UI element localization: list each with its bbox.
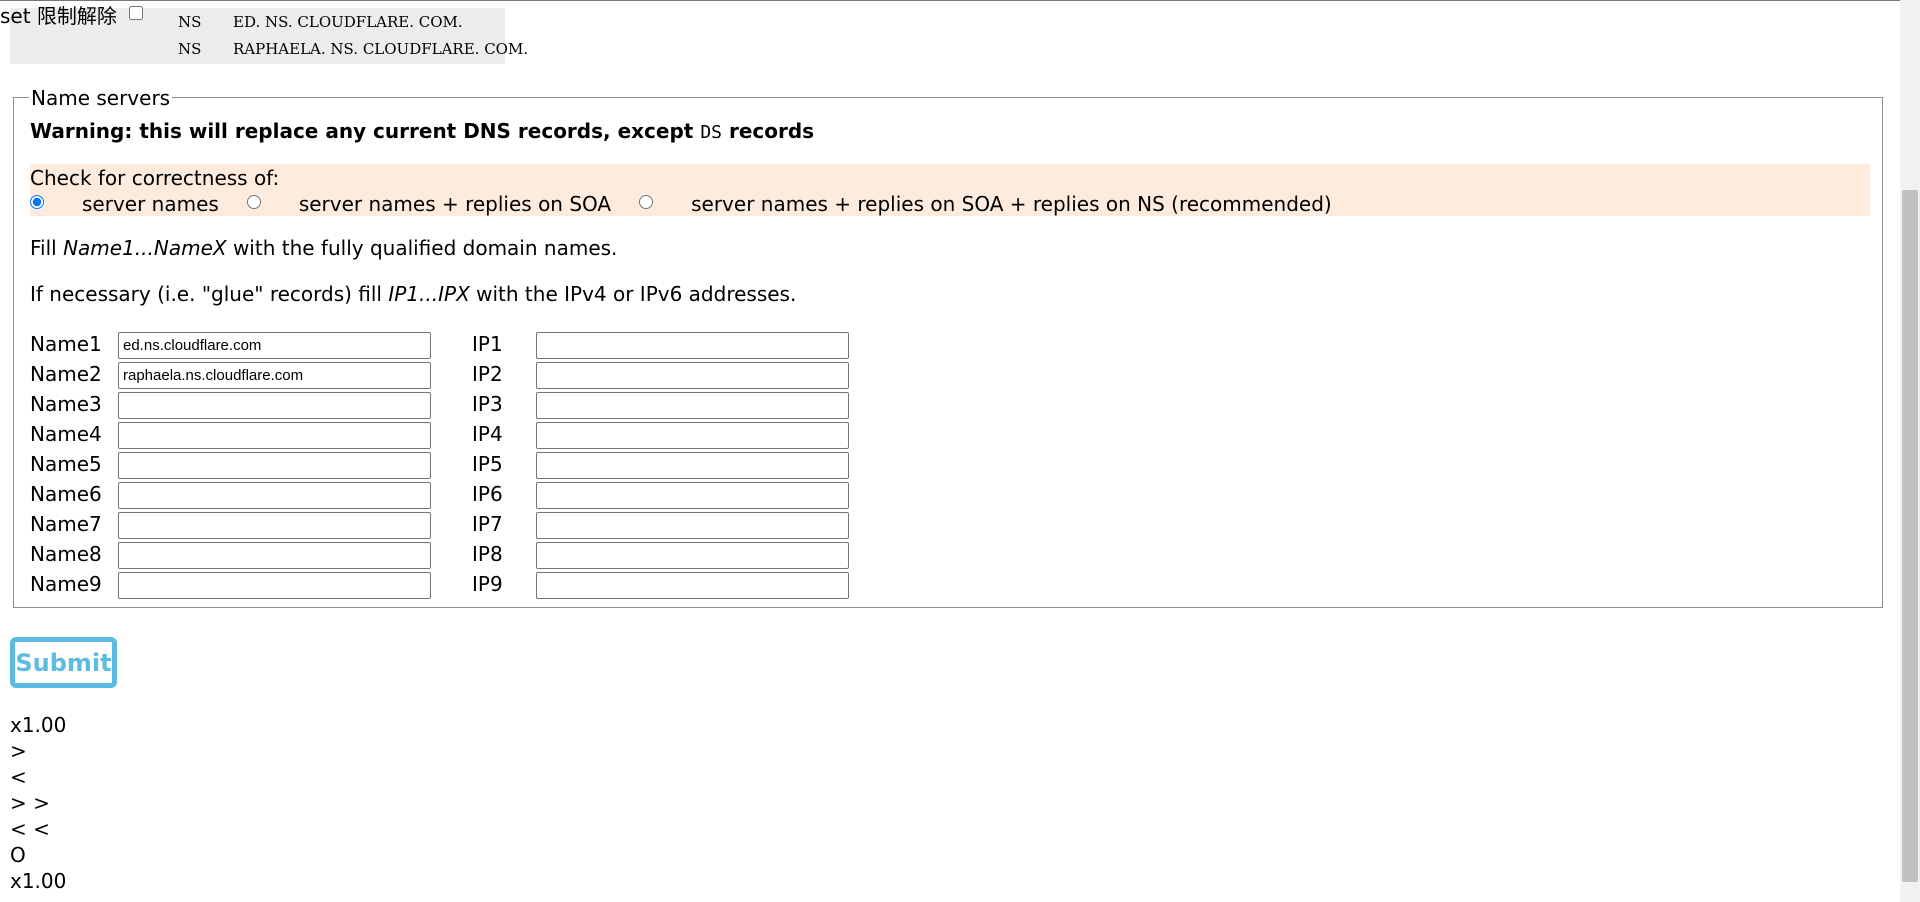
radio-server-names-soa-ns[interactable] — [639, 195, 654, 209]
instruction-italic: IP1...IPX — [388, 282, 470, 306]
ns-record-value: RAPHAELA. NS. CLOUDFLARE. COM. — [233, 40, 529, 58]
ip1-input[interactable] — [536, 332, 849, 359]
name5-input[interactable] — [118, 452, 431, 479]
prev-control[interactable]: < — [10, 764, 27, 790]
name-label: Name1 — [30, 332, 102, 356]
ip-label: IP9 — [472, 572, 503, 596]
name-label: Name6 — [30, 482, 102, 506]
name-label: Name5 — [30, 452, 102, 476]
instruction-text: If necessary (i.e. "glue" records) fill — [30, 282, 389, 306]
radio-label-server-names: server names — [82, 192, 219, 216]
name2-input[interactable] — [118, 362, 431, 389]
check-correctness-box: Check for correctness of: server names s… — [30, 164, 1870, 216]
name-label: Name4 — [30, 422, 102, 446]
name9-input[interactable] — [118, 572, 431, 599]
instruction-italic: Name1...NameX — [63, 236, 227, 260]
submit-button[interactable]: Submit — [10, 637, 117, 688]
name-label: Name7 — [30, 512, 102, 536]
name7-input[interactable] — [118, 512, 431, 539]
ip9-input[interactable] — [536, 572, 849, 599]
name-label: Name3 — [30, 392, 102, 416]
ip2-input[interactable] — [536, 362, 849, 389]
speed-readout[interactable]: x1.00 — [10, 712, 66, 738]
instruction-text: with the IPv4 or IPv6 addresses. — [469, 282, 797, 306]
ip-label: IP7 — [472, 512, 503, 536]
name-label: Name9 — [30, 572, 102, 596]
ip-label: IP5 — [472, 452, 503, 476]
ip-label: IP2 — [472, 362, 503, 386]
ip-label: IP3 — [472, 392, 503, 416]
ip-label: IP6 — [472, 482, 503, 506]
ns-record-type: NS — [178, 13, 202, 31]
ip-label: IP1 — [472, 332, 503, 356]
scrollbar-thumb[interactable] — [1902, 190, 1918, 882]
set-restriction-row: set 限制解除 — [0, 3, 143, 29]
name3-input[interactable] — [118, 392, 431, 419]
name-label: Name8 — [30, 542, 102, 566]
ip4-input[interactable] — [536, 422, 849, 449]
name-servers-fieldset: Name servers Warning: this will replace … — [13, 85, 1883, 608]
ns-record-row: NS ED. NS. CLOUDFLARE. COM. — [178, 12, 463, 32]
check-options: server names server names + replies on S… — [30, 191, 1360, 217]
ip5-input[interactable] — [536, 452, 849, 479]
fieldset-legend: Name servers — [29, 85, 173, 111]
name6-input[interactable] — [118, 482, 431, 509]
warning-code: DS — [700, 122, 722, 143]
radio-server-names-soa[interactable] — [246, 195, 261, 209]
ip8-input[interactable] — [536, 542, 849, 569]
warning-suffix: records — [722, 119, 815, 143]
top-border — [0, 0, 1920, 1]
fill-ips-instruction: If necessary (i.e. "glue" records) fill … — [30, 281, 796, 307]
ip6-input[interactable] — [536, 482, 849, 509]
name4-input[interactable] — [118, 422, 431, 449]
instruction-text: with the fully qualified domain names. — [226, 236, 618, 260]
ip7-input[interactable] — [536, 512, 849, 539]
check-title: Check for correctness of: — [30, 166, 280, 190]
instruction-text: Fill — [30, 236, 64, 260]
set-restriction-checkbox[interactable] — [128, 6, 143, 20]
ip3-input[interactable] — [536, 392, 849, 419]
name8-input[interactable] — [118, 542, 431, 569]
ip-label: IP8 — [472, 542, 503, 566]
vertical-scrollbar[interactable] — [1900, 0, 1920, 902]
rewind-control[interactable]: < < — [10, 816, 50, 842]
radio-label-server-names-soa: server names + replies on SOA — [298, 192, 612, 216]
fast-forward-control[interactable]: > > — [10, 790, 50, 816]
warning-prefix: Warning: this will replace any current D… — [30, 119, 701, 143]
ns-record-type: NS — [178, 40, 202, 58]
name1-input[interactable] — [118, 332, 431, 359]
name-label: Name2 — [30, 362, 102, 386]
set-restriction-label: set 限制解除 — [0, 4, 117, 28]
speed-readout-bottom[interactable]: x1.00 — [10, 868, 66, 894]
ip-label: IP4 — [472, 422, 503, 446]
reset-control[interactable]: O — [10, 842, 26, 868]
radio-server-names[interactable] — [30, 195, 44, 209]
warning-text: Warning: this will replace any current D… — [30, 118, 814, 146]
ns-record-value: ED. NS. CLOUDFLARE. COM. — [233, 13, 463, 31]
radio-label-server-names-soa-ns: server names + replies on SOA + replies … — [691, 192, 1332, 216]
next-control[interactable]: > — [10, 738, 27, 764]
fill-names-instruction: Fill Name1...NameX with the fully qualif… — [30, 235, 617, 261]
ns-record-row: NS RAPHAELA. NS. CLOUDFLARE. COM. — [178, 39, 528, 59]
